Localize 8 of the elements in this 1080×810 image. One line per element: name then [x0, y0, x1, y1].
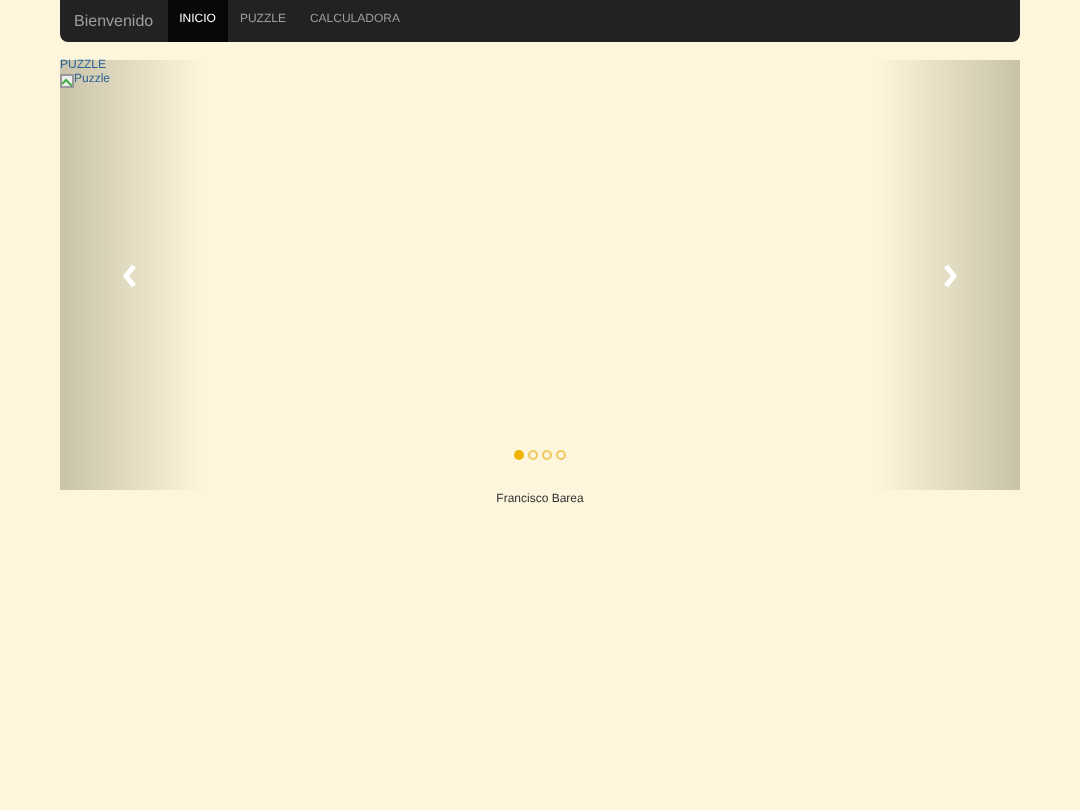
next-chevron-icon[interactable] — [942, 264, 958, 288]
brand-link[interactable]: Bienvenido — [60, 0, 168, 42]
carousel-indicator[interactable] — [528, 450, 538, 460]
carousel-indicator[interactable] — [542, 450, 552, 460]
broken-image-icon — [60, 74, 74, 88]
carousel-indicator[interactable] — [514, 450, 524, 460]
carousel-indicator[interactable] — [556, 450, 566, 460]
previous-chevron-icon[interactable] — [122, 264, 138, 288]
